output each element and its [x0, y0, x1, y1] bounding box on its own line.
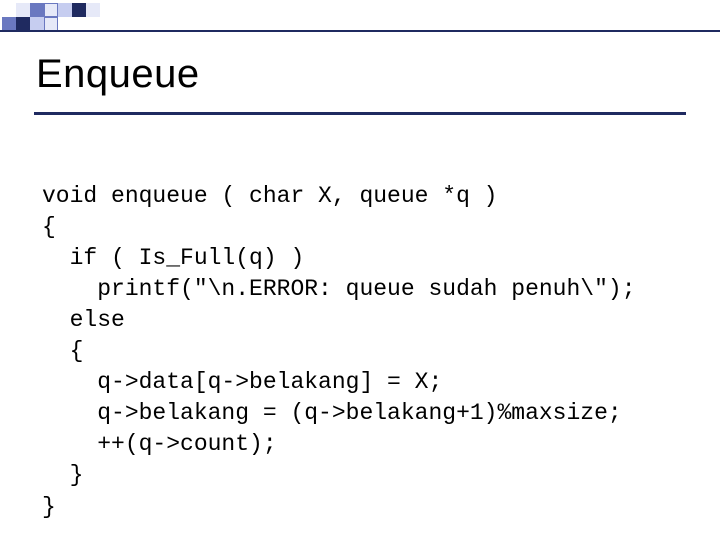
code-line: } [42, 494, 56, 520]
code-line: q->belakang = (q->belakang+1)%maxsize; [42, 400, 622, 426]
decor-square [16, 3, 30, 17]
decor-square [58, 3, 72, 17]
decor-squares-row-1 [16, 3, 100, 17]
decor-square [44, 3, 58, 17]
decor-squares-row-2 [2, 17, 58, 31]
slide-title: Enqueue [36, 52, 200, 97]
decor-square [2, 17, 16, 31]
code-line: void enqueue ( char X, queue *q ) [42, 183, 497, 209]
code-line: { [42, 338, 83, 364]
decor-top-band [0, 0, 720, 26]
title-underline [34, 112, 686, 115]
code-line: printf("\n.ERROR: queue sudah penuh\"); [42, 276, 636, 302]
code-block: void enqueue ( char X, queue *q ) { if (… [42, 150, 636, 540]
decor-square [30, 17, 44, 31]
decor-square [86, 3, 100, 17]
code-line: ++(q->count); [42, 431, 277, 457]
decor-square [44, 17, 58, 31]
code-line: if ( Is_Full(q) ) [42, 245, 304, 271]
code-line: } [42, 462, 83, 488]
decor-square [16, 17, 30, 31]
code-line: else [42, 307, 125, 333]
decor-square [72, 3, 86, 17]
decor-top-line [0, 30, 720, 32]
slide: Enqueue void enqueue ( char X, queue *q … [0, 0, 720, 540]
decor-square [30, 3, 44, 17]
code-line: { [42, 214, 56, 240]
code-line: q->data[q->belakang] = X; [42, 369, 442, 395]
